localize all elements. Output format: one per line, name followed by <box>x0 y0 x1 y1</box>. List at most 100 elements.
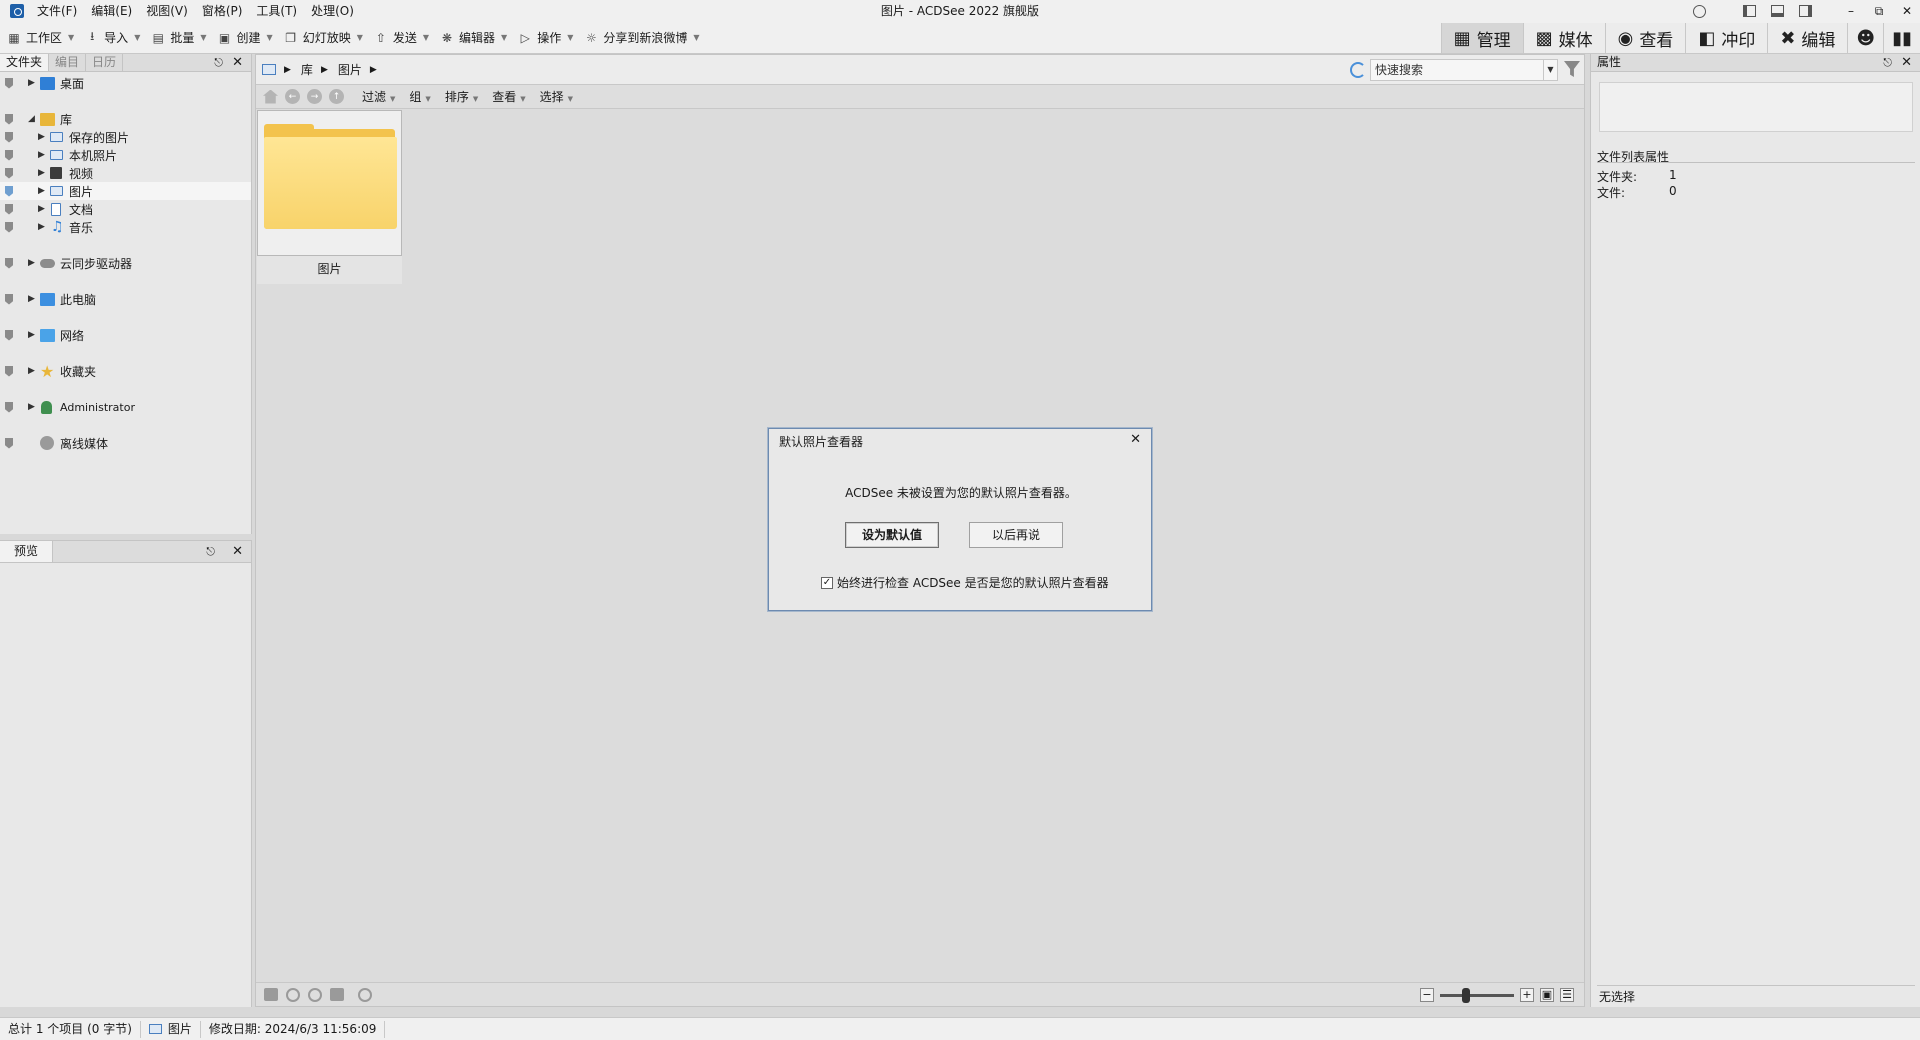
chevron-right-icon[interactable]: ▶ <box>370 65 377 75</box>
chevron-right-icon[interactable]: ▶ <box>38 168 45 178</box>
mode-tab-dashboard[interactable]: ▮▮ <box>1883 23 1920 53</box>
chevron-right-icon[interactable]: ▶ <box>38 150 45 160</box>
chevron-right-icon[interactable]: ▶ <box>28 258 35 268</box>
group-menu[interactable]: 组 ▼ <box>409 88 430 105</box>
mode-tab-edit[interactable]: ✖ 编辑 <box>1767 23 1848 53</box>
rotate-left-icon[interactable] <box>286 987 300 1002</box>
weibo-share-button[interactable]: ☼ 分享到新浪微博 ▼ <box>577 26 703 50</box>
close-icon[interactable]: ✕ <box>1900 4 1914 18</box>
view-mode-list-icon[interactable]: ☰ <box>1560 988 1574 1002</box>
close-icon[interactable]: ✕ <box>232 55 243 70</box>
editor-button[interactable]: ❋ 编辑器 ▼ <box>433 26 511 50</box>
mode-tab-view[interactable]: ◉ 查看 <box>1604 23 1686 53</box>
batch-button[interactable]: ▤ 批量 ▼ <box>144 26 210 50</box>
menu-tools[interactable]: 工具(T) <box>249 0 304 22</box>
slideshow-play-icon[interactable] <box>358 987 372 1002</box>
chevron-right-icon[interactable]: ▶ <box>28 330 35 340</box>
chevron-right-icon[interactable]: ▶ <box>38 186 45 196</box>
app-logo-icon[interactable] <box>10 4 24 18</box>
tree-item-administrator[interactable]: ▶ Administrator <box>0 398 251 416</box>
chevron-right-icon[interactable]: ▶ <box>28 366 35 376</box>
tree-item-cloud-drive[interactable]: ▶ 云同步驱动器 <box>0 254 251 272</box>
mode-tab-manage[interactable]: ▦ 管理 <box>1440 23 1523 53</box>
tree-item-music[interactable]: ▶ ♫ 音乐 <box>0 218 251 236</box>
layout-right-icon[interactable] <box>1798 4 1812 18</box>
refresh-icon[interactable] <box>1350 62 1366 78</box>
chevron-down-icon[interactable]: ▼ <box>1543 60 1557 80</box>
tree-item-favorites[interactable]: ▶ ★ 收藏夹 <box>0 362 251 380</box>
import-button[interactable]: ⭳ 导入 ▼ <box>78 26 144 50</box>
image-well-icon[interactable] <box>264 988 278 1001</box>
menu-view[interactable]: 视图(V) <box>139 0 195 22</box>
always-check-checkbox[interactable]: ✓ 始终进行检查 ACDSee 是否是您的默认照片查看器 <box>821 574 1109 591</box>
send-button[interactable]: ⇧ 发送 ▼ <box>367 26 433 50</box>
view-menu[interactable]: 查看 ▼ <box>492 88 525 105</box>
zoom-slider-thumb[interactable] <box>1461 987 1470 1003</box>
chevron-right-icon[interactable]: ▶ <box>38 204 45 214</box>
mode-tab-people[interactable]: ☻ <box>1847 23 1884 53</box>
create-button[interactable]: ▣ 创建 ▼ <box>211 26 277 50</box>
forward-icon[interactable]: → <box>307 89 322 104</box>
set-default-button[interactable]: 设为默认值 <box>845 522 939 548</box>
slideshow-button[interactable]: ❐ 幻灯放映 ▼ <box>277 26 367 50</box>
restore-icon[interactable]: ⧉ <box>1872 4 1886 18</box>
select-menu[interactable]: 选择 ▼ <box>540 88 573 105</box>
sort-menu[interactable]: 排序 ▼ <box>445 88 478 105</box>
batch-edit-icon[interactable] <box>330 988 344 1001</box>
close-icon[interactable]: ✕ <box>1901 55 1912 70</box>
actions-button[interactable]: ▷ 操作 ▼ <box>511 26 577 50</box>
zoom-slider[interactable] <box>1440 987 1514 1003</box>
chevron-right-icon[interactable]: ▶ <box>321 65 328 75</box>
close-icon[interactable]: ✕ <box>1130 432 1141 447</box>
chevron-right-icon[interactable]: ▶ <box>28 294 35 304</box>
home-icon[interactable] <box>263 89 278 104</box>
file-thumbnail[interactable]: 图片 <box>257 110 402 284</box>
tree-item-library[interactable]: ◢ 库 <box>0 110 251 128</box>
tab-properties[interactable]: 属性 <box>1591 54 1627 71</box>
tab-calendar[interactable]: 日历 <box>86 54 124 71</box>
menu-pane[interactable]: 窗格(P) <box>195 0 250 22</box>
tab-folders[interactable]: 文件夹 <box>0 54 50 71</box>
menu-file[interactable]: 文件(F) <box>30 0 84 22</box>
tree-item-saved-pictures[interactable]: ▶ 保存的图片 <box>0 128 251 146</box>
minimize-icon[interactable]: – <box>1844 4 1858 18</box>
layout-bottom-icon[interactable] <box>1770 4 1784 18</box>
filter-icon[interactable] <box>1564 61 1580 77</box>
pin-icon[interactable]: ⎋ <box>206 545 215 559</box>
filter-menu[interactable]: 过滤 ▼ <box>362 88 395 105</box>
chevron-right-icon[interactable]: ▶ <box>28 402 35 412</box>
close-icon[interactable]: ✕ <box>232 544 243 559</box>
tab-catalog[interactable]: 编目 <box>49 54 87 71</box>
workspace-button[interactable]: ▦ 工作区 ▼ <box>0 26 78 50</box>
tree-item-desktop[interactable]: ▶ 桌面 <box>0 74 251 92</box>
chevron-right-icon[interactable]: ▶ <box>28 78 35 88</box>
mode-tab-media[interactable]: ▩ 媒体 <box>1522 23 1605 53</box>
zoom-out-icon[interactable]: − <box>1420 988 1434 1002</box>
layout-left-icon[interactable] <box>1742 4 1756 18</box>
tree-item-this-pc[interactable]: ▶ 此电脑 <box>0 290 251 308</box>
tree-item-offline-media[interactable]: 离线媒体 <box>0 434 251 452</box>
breadcrumb-pictures[interactable]: 图片 <box>338 61 362 78</box>
chevron-right-icon[interactable]: ▶ <box>284 65 291 75</box>
rotate-right-icon[interactable] <box>308 987 322 1002</box>
tree-item-videos[interactable]: ▶ 视频 <box>0 164 251 182</box>
tree-item-pictures[interactable]: ▶ 图片 <box>0 182 251 200</box>
mode-tab-develop[interactable]: ◧ 冲印 <box>1685 23 1768 53</box>
breadcrumb-library[interactable]: 库 <box>301 61 313 78</box>
chevron-right-icon[interactable]: ▶ <box>38 222 45 232</box>
quick-search-input[interactable]: 快速搜索 ▼ <box>1370 59 1558 81</box>
pin-icon[interactable]: ⎋ <box>214 56 223 70</box>
tree-item-camera-roll[interactable]: ▶ 本机照片 <box>0 146 251 164</box>
menu-edit[interactable]: 编辑(E) <box>84 0 139 22</box>
account-icon[interactable] <box>1692 4 1706 18</box>
chevron-down-icon[interactable]: ◢ <box>28 114 35 124</box>
up-icon[interactable]: ↑ <box>329 89 344 104</box>
pin-icon[interactable]: ⎋ <box>1883 56 1892 70</box>
view-mode-thumbnail-icon[interactable]: ▣ <box>1540 988 1554 1002</box>
chevron-right-icon[interactable]: ▶ <box>38 132 45 142</box>
back-icon[interactable]: ← <box>285 89 300 104</box>
tab-preview[interactable]: 预览 <box>0 541 54 562</box>
remind-later-button[interactable]: 以后再说 <box>969 522 1063 548</box>
tree-item-documents[interactable]: ▶ 文档 <box>0 200 251 218</box>
zoom-in-icon[interactable]: + <box>1520 988 1534 1002</box>
